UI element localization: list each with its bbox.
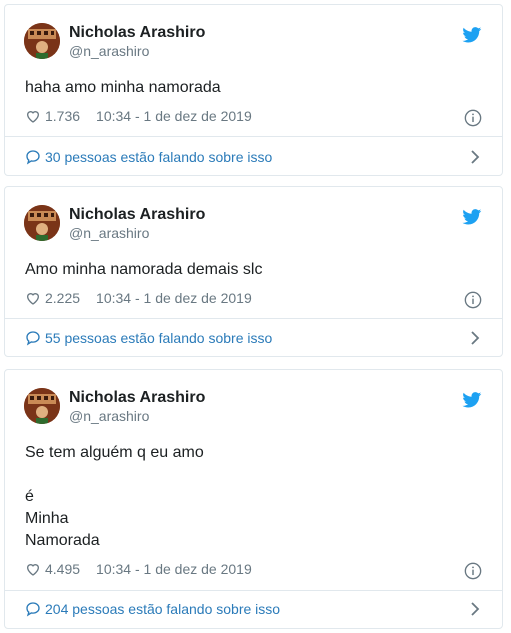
twitter-bird-icon[interactable] xyxy=(462,392,482,408)
heart-icon[interactable] xyxy=(25,108,41,124)
tweet-text-line: Amo minha namorada demais slc xyxy=(25,261,263,278)
heart-icon[interactable] xyxy=(25,290,41,306)
heart-icon[interactable] xyxy=(25,561,41,577)
divider xyxy=(5,136,502,137)
tweet-meta: 4.495 10:34 - 1 de dez de 2019 xyxy=(25,561,252,577)
tweet-text-line: Se tem alguém q eu amo xyxy=(25,444,204,461)
author-handle[interactable]: @n_arashiro xyxy=(69,225,149,241)
tweet-meta: 1.736 10:34 - 1 de dez de 2019 xyxy=(25,108,252,124)
divider xyxy=(5,590,502,591)
timestamp[interactable]: 10:34 - 1 de dez de 2019 xyxy=(96,108,252,124)
author-name[interactable]: Nicholas Arashiro xyxy=(69,389,205,407)
conversation-link[interactable]: 30 pessoas estão falando sobre isso xyxy=(25,149,272,165)
tweet-text: haha amo minha namorada xyxy=(25,77,485,99)
info-icon[interactable] xyxy=(464,109,482,127)
avatar[interactable] xyxy=(24,23,60,59)
tweet-text: Se tem alguém q eu amo é Minha Namorada xyxy=(25,442,485,552)
avatar[interactable] xyxy=(24,388,60,424)
conversation-link[interactable]: 204 pessoas estão falando sobre isso xyxy=(25,601,280,617)
info-icon[interactable] xyxy=(464,562,482,580)
twitter-bird-icon[interactable] xyxy=(462,209,482,225)
avatar[interactable] xyxy=(24,205,60,241)
chevron-right-icon[interactable] xyxy=(470,150,480,164)
like-count: 4.495 xyxy=(45,561,81,577)
author-name[interactable]: Nicholas Arashiro xyxy=(69,206,205,224)
timestamp[interactable]: 10:34 - 1 de dez de 2019 xyxy=(96,561,252,577)
speech-bubble-icon xyxy=(26,150,40,165)
conversation-text[interactable]: 55 pessoas estão falando sobre isso xyxy=(45,330,272,346)
timestamp[interactable]: 10:34 - 1 de dez de 2019 xyxy=(96,290,252,306)
like-count: 1.736 xyxy=(45,108,81,124)
tweet-text-line xyxy=(25,464,485,486)
tweet-text-line: Namorada xyxy=(25,532,100,549)
tweet-text: Amo minha namorada demais slc xyxy=(25,259,485,281)
tweet-card[interactable]: Nicholas Arashiro @n_arashiro Se tem alg… xyxy=(4,369,503,629)
tweet-text-line: é xyxy=(25,488,34,505)
tweet-text-line: Minha xyxy=(25,510,69,527)
twitter-bird-icon[interactable] xyxy=(462,27,482,43)
divider xyxy=(5,318,502,319)
conversation-link[interactable]: 55 pessoas estão falando sobre isso xyxy=(25,330,272,346)
conversation-text[interactable]: 30 pessoas estão falando sobre isso xyxy=(45,149,272,165)
speech-bubble-icon xyxy=(26,331,40,346)
tweet-card[interactable]: Nicholas Arashiro @n_arashiro Amo minha … xyxy=(4,186,503,357)
tweet-text-line: haha amo minha namorada xyxy=(25,79,221,96)
info-icon[interactable] xyxy=(464,291,482,309)
author-handle[interactable]: @n_arashiro xyxy=(69,43,149,59)
chevron-right-icon[interactable] xyxy=(470,602,480,616)
author-name[interactable]: Nicholas Arashiro xyxy=(69,24,205,42)
tweet-meta: 2.225 10:34 - 1 de dez de 2019 xyxy=(25,290,252,306)
tweet-card[interactable]: Nicholas Arashiro @n_arashiro haha amo m… xyxy=(4,4,503,176)
conversation-text[interactable]: 204 pessoas estão falando sobre isso xyxy=(45,601,280,617)
chevron-right-icon[interactable] xyxy=(470,331,480,345)
speech-bubble-icon xyxy=(26,602,40,617)
author-handle[interactable]: @n_arashiro xyxy=(69,408,149,424)
like-count: 2.225 xyxy=(45,290,81,306)
